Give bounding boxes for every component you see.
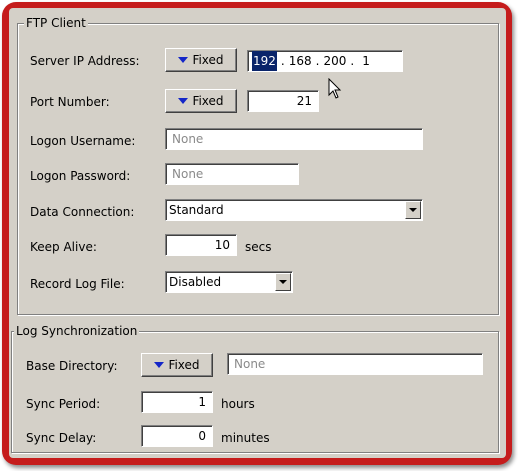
- keep-alive-unit: secs: [245, 240, 272, 254]
- record-log-select[interactable]: Disabled: [165, 271, 293, 293]
- port-label: Port Number:: [30, 95, 110, 109]
- base-directory-mode-label: Fixed: [168, 358, 200, 372]
- settings-panel: FTP Client Server IP Address: Fixed 192 …: [9, 8, 506, 458]
- chevron-down-icon: [178, 98, 189, 104]
- data-connection-value: Standard: [169, 203, 224, 217]
- log-sync-title: Log Synchronization: [14, 324, 140, 338]
- keep-alive-label: Keep Alive:: [30, 240, 97, 254]
- ip-separator: .: [350, 54, 355, 68]
- window-frame: FTP Client Server IP Address: Fixed 192 …: [2, 2, 512, 465]
- data-connection-label: Data Connection:: [30, 205, 135, 219]
- server-ip-input[interactable]: 192 . 168 . 200 . 1: [247, 50, 403, 72]
- dropdown-arrow-icon[interactable]: [405, 201, 421, 219]
- username-input[interactable]: None: [165, 128, 423, 150]
- ip-octet-1[interactable]: 192: [252, 51, 277, 71]
- port-mode-button[interactable]: Fixed: [165, 89, 237, 113]
- sync-delay-input[interactable]: 0: [141, 425, 213, 447]
- sync-delay-label: Sync Delay:: [26, 431, 97, 445]
- sync-period-input[interactable]: 1: [141, 391, 213, 413]
- port-input[interactable]: 21: [247, 90, 319, 112]
- ip-octet-3[interactable]: 200: [323, 51, 346, 71]
- sync-period-label: Sync Period:: [26, 397, 101, 411]
- ip-octet-4[interactable]: 1: [358, 51, 370, 71]
- password-label: Logon Password:: [30, 169, 131, 183]
- base-directory-mode-button[interactable]: Fixed: [141, 353, 213, 377]
- dropdown-arrow-icon[interactable]: [275, 273, 291, 291]
- sync-period-unit: hours: [221, 397, 255, 411]
- password-input[interactable]: None: [165, 163, 299, 185]
- record-log-value: Disabled: [169, 275, 222, 289]
- server-ip-label: Server IP Address:: [30, 54, 140, 68]
- ip-octet-2[interactable]: 168: [289, 51, 312, 71]
- base-directory-label: Base Directory:: [26, 359, 118, 373]
- record-log-label: Record Log File:: [30, 277, 125, 291]
- data-connection-select[interactable]: Standard: [165, 199, 423, 221]
- port-mode-label: Fixed: [192, 94, 224, 108]
- base-directory-input[interactable]: None: [227, 353, 483, 375]
- server-ip-mode-label: Fixed: [192, 53, 224, 67]
- ip-separator: .: [315, 54, 320, 68]
- keep-alive-input[interactable]: 10: [165, 234, 237, 256]
- server-ip-mode-button[interactable]: Fixed: [165, 48, 237, 72]
- chevron-down-icon: [178, 57, 189, 63]
- sync-delay-unit: minutes: [221, 431, 270, 445]
- mouse-pointer-icon: [328, 78, 342, 99]
- ftp-client-title: FTP Client: [24, 16, 88, 30]
- ip-separator: .: [280, 54, 285, 68]
- username-label: Logon Username:: [30, 134, 136, 148]
- chevron-down-icon: [154, 362, 165, 368]
